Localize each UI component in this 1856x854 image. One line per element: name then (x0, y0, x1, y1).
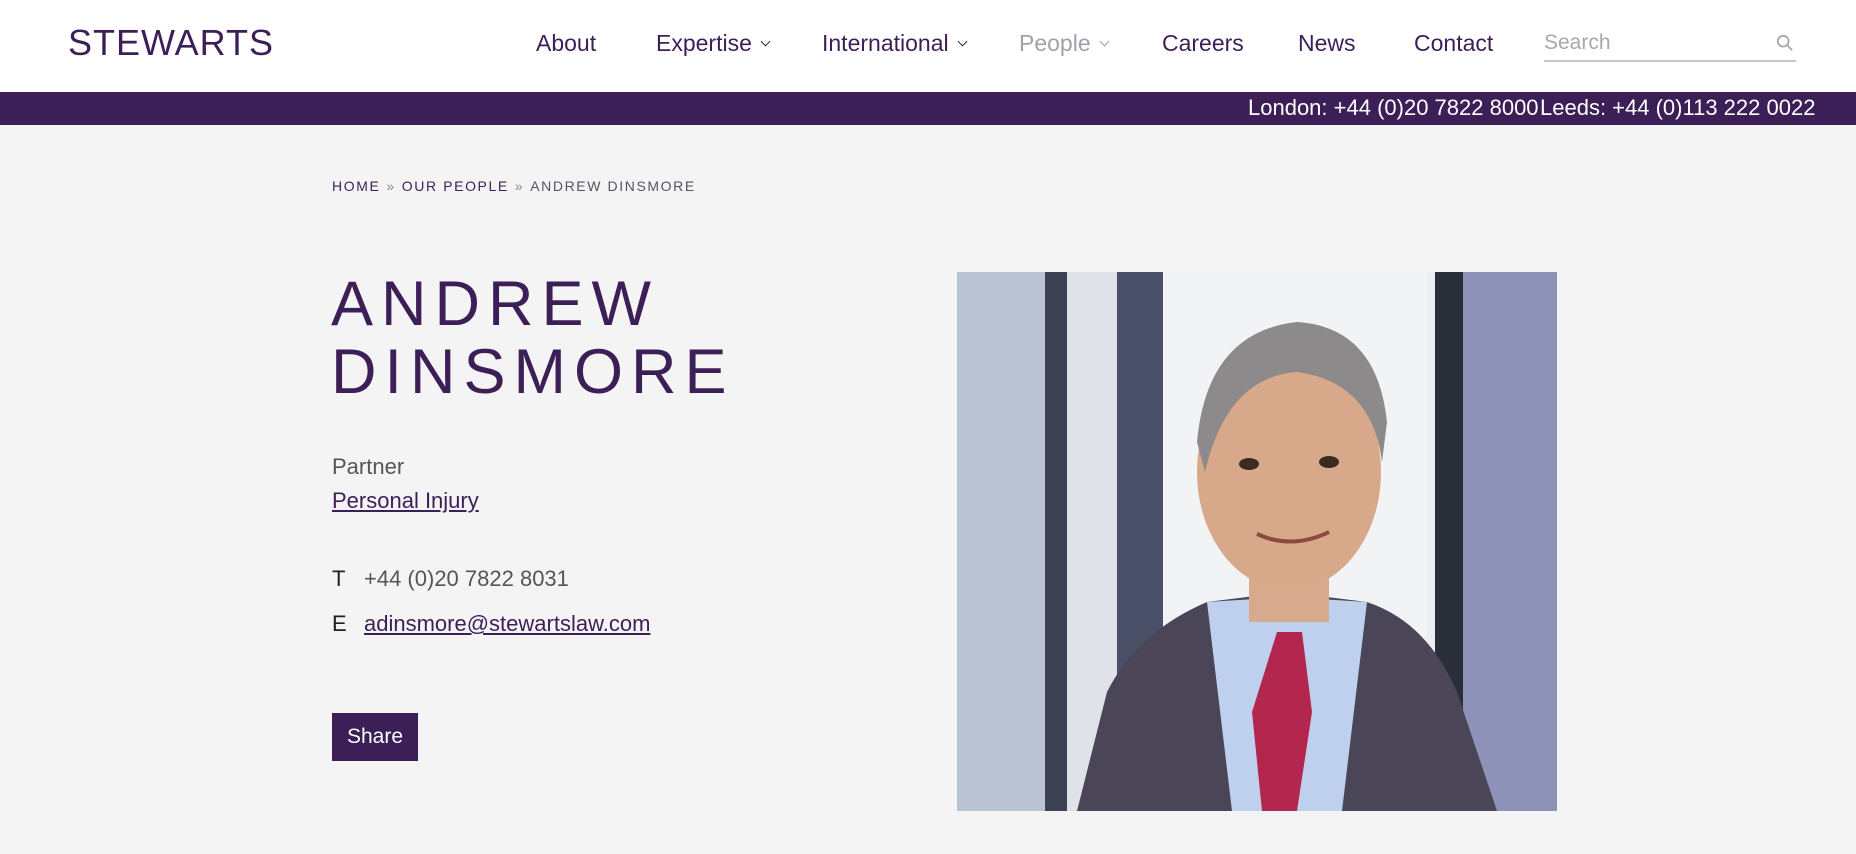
site-header: STEWARTS About Expertise International P… (0, 0, 1856, 92)
nav-people[interactable]: People (1019, 30, 1110, 57)
nav-expertise[interactable]: Expertise (656, 30, 771, 57)
leeds-phone[interactable]: Leeds: +44 (0)113 222 0022 (1540, 95, 1815, 121)
share-button[interactable]: Share (332, 713, 418, 761)
phone-label: T (332, 566, 346, 591)
portrait-image (957, 272, 1557, 811)
phone-number[interactable]: +44 (0)20 7822 8031 (364, 566, 569, 592)
nav-news-label: News (1298, 30, 1356, 56)
breadcrumb-our-people[interactable]: OUR PEOPLE (402, 178, 509, 194)
chevron-down-icon (1099, 36, 1110, 47)
nav-international[interactable]: International (822, 30, 968, 57)
person-first-name: ANDREW (331, 269, 659, 339)
practice-area-link[interactable]: Personal Injury (332, 488, 479, 514)
phone-bar: London: +44 (0)20 7822 8000 Leeds: +44 (… (0, 92, 1856, 125)
person-role: Partner (332, 454, 405, 479)
nav-news[interactable]: News (1298, 30, 1356, 57)
breadcrumb-home[interactable]: HOME (332, 178, 380, 194)
nav-careers[interactable]: Careers (1162, 30, 1244, 57)
breadcrumb-current: ANDREW DINSMORE (530, 178, 696, 194)
nav-about[interactable]: About (536, 30, 596, 57)
phone-row: T +44 (0)20 7822 8031 (332, 566, 569, 592)
breadcrumb: HOME » OUR PEOPLE » ANDREW DINSMORE (332, 178, 696, 194)
nav-contact-label: Contact (1414, 30, 1494, 56)
email-row: E adinsmore@stewartslaw.com (332, 611, 650, 637)
nav-international-label: International (822, 30, 949, 56)
breadcrumb-separator: » (386, 178, 396, 194)
chevron-down-icon (957, 36, 968, 47)
profile-photo (957, 272, 1557, 811)
nav-careers-label: Careers (1162, 30, 1244, 56)
nav-about-label: About (536, 30, 597, 56)
nav-people-label: People (1019, 30, 1091, 56)
nav-contact[interactable]: Contact (1414, 30, 1493, 57)
email-label: E (332, 611, 347, 636)
search-box (1544, 28, 1796, 62)
email-link[interactable]: adinsmore@stewartslaw.com (364, 611, 650, 637)
chevron-down-icon (760, 36, 771, 47)
london-phone[interactable]: London: +44 (0)20 7822 8000 (1248, 95, 1539, 121)
nav-expertise-label: Expertise (656, 30, 752, 56)
search-input[interactable] (1544, 28, 1764, 58)
breadcrumb-separator: » (514, 178, 525, 194)
search-icon[interactable] (1776, 34, 1794, 52)
site-logo[interactable]: STEWARTS (68, 22, 274, 64)
person-last-name: DINSMORE (331, 337, 735, 407)
page-title: ANDREW DINSMORE (331, 270, 735, 406)
